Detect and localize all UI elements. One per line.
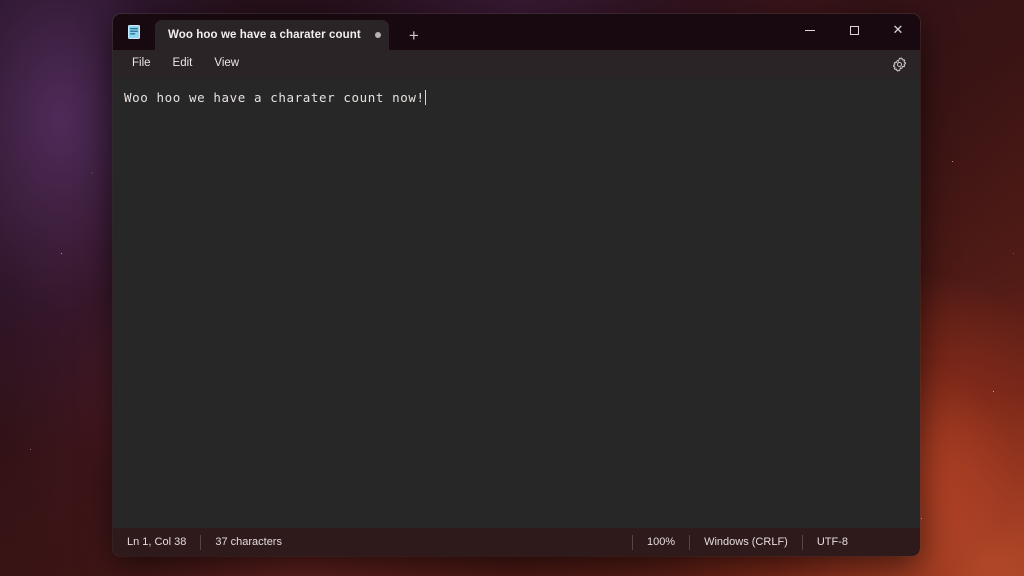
text-caret: [424, 90, 426, 105]
maximize-button[interactable]: [832, 14, 876, 46]
editor-text-line: Woo hoo we have a charater count now!: [124, 90, 426, 105]
tab-title: Woo hoo we have a charater count: [168, 29, 361, 41]
status-line-ending[interactable]: Windows (CRLF): [690, 533, 802, 551]
status-bar: Ln 1, Col 38 37 characters 100% Windows …: [113, 528, 920, 556]
minimize-icon: [805, 29, 815, 31]
status-zoom-level[interactable]: 100%: [633, 533, 689, 551]
menu-item-edit[interactable]: Edit: [162, 53, 204, 75]
desktop-background: Woo hoo we have a charater count + ✕ Fil…: [0, 0, 1024, 576]
text-editor-area[interactable]: Woo hoo we have a charater count now!: [113, 78, 920, 528]
settings-button[interactable]: [886, 53, 912, 75]
close-button[interactable]: ✕: [876, 14, 920, 46]
status-encoding[interactable]: UTF-8: [803, 533, 862, 551]
window-controls: ✕: [788, 14, 920, 46]
tab-active[interactable]: Woo hoo we have a charater count: [155, 20, 389, 50]
close-icon: ✕: [892, 22, 904, 38]
status-cursor-position[interactable]: Ln 1, Col 38: [113, 533, 200, 551]
maximize-icon: [849, 25, 859, 35]
editor-content: Woo hoo we have a charater count now!: [124, 90, 425, 105]
menu-item-file[interactable]: File: [121, 53, 162, 75]
tab-modified-dot[interactable]: [374, 32, 381, 38]
notepad-window: Woo hoo we have a charater count + ✕ Fil…: [113, 14, 920, 556]
menu-bar: File Edit View: [113, 50, 920, 78]
notepad-document-icon: [128, 25, 140, 39]
app-icon-container: [113, 14, 155, 50]
gear-icon: [892, 56, 906, 72]
new-tab-button[interactable]: +: [399, 20, 429, 50]
title-bar: Woo hoo we have a charater count + ✕: [113, 14, 920, 50]
minimize-button[interactable]: [788, 14, 832, 46]
status-character-count: 37 characters: [215, 536, 282, 548]
menu-item-view[interactable]: View: [203, 53, 250, 75]
